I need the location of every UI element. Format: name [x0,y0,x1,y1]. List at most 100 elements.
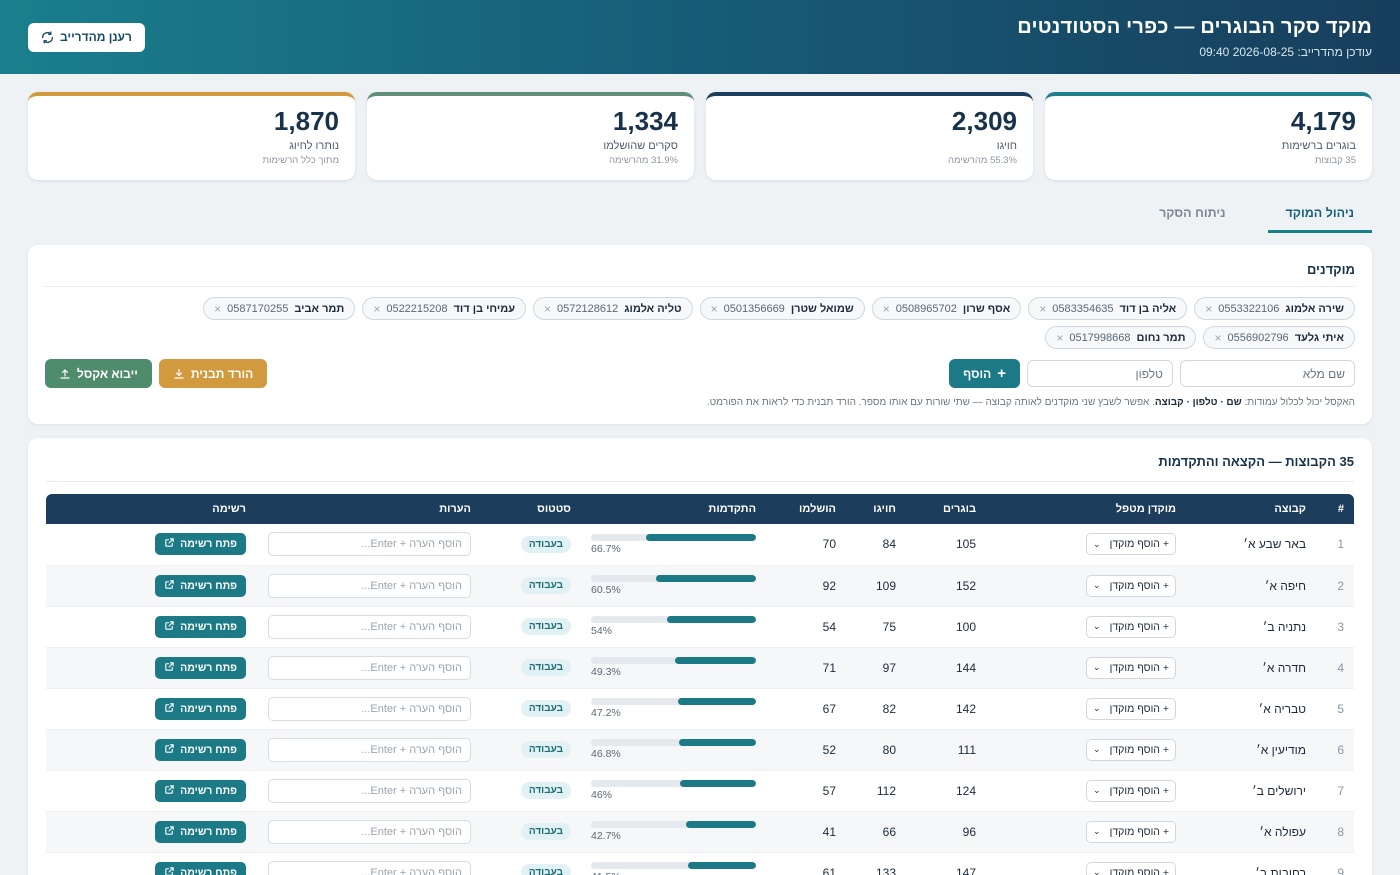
notes-cell [256,524,481,566]
assign-caller-select[interactable]: + הוסף מוקדן ⌄ [1086,656,1176,679]
row-index: 1 [1316,524,1354,566]
graduates-count: 147 [906,852,986,875]
progress-track [591,698,756,705]
external-link-icon [164,537,175,551]
caller-cell: + הוסף מוקדן ⌄ [986,811,1186,853]
tab-call-center[interactable]: ניהול המוקד [1267,206,1372,233]
assign-caller-select[interactable]: + הוסף מוקדן ⌄ [1086,615,1176,638]
caller-cell: + הוסף מוקדן ⌄ [986,852,1186,875]
progress-bar: 47.2% [591,698,756,719]
completed-count: 41 [766,811,846,853]
add-caller-button[interactable]: + הוסף [949,359,1020,388]
column-header: התקדמות [708,503,756,515]
caller-chip: שירה אלמוג 0553322106 × [1194,297,1355,320]
open-list-button[interactable]: פתח רשימה [155,820,246,843]
assign-caller-select[interactable]: + הוסף מוקדן ⌄ [1086,738,1176,761]
remove-caller-icon[interactable]: × [1039,302,1046,316]
remove-caller-icon[interactable]: × [711,302,718,316]
list-cell: פתח רשימה [46,729,256,771]
dialed-count: 109 [846,565,906,607]
list-cell: פתח רשימה [46,688,256,730]
table-row: 1 באר שבע א׳ + הוסף מוקדן ⌄ 105 84 70 66.7% בעבו… [46,524,1354,566]
stat-card: 2,309 חויגו 55.3% מהרשימה [706,92,1033,180]
chevron-down-icon: ⌄ [1093,785,1101,795]
progress-percent: 41.5% [591,871,756,875]
assign-caller-select[interactable]: + הוסף מוקדן ⌄ [1086,861,1176,875]
progress-bar: 46.8% [591,739,756,760]
progress-fill [656,575,756,582]
note-input[interactable] [268,819,471,844]
progress-track [591,821,756,828]
caller-phone: 0583354635 [1052,302,1114,315]
progress-fill [687,862,756,869]
note-input[interactable] [268,614,471,639]
assign-caller-select[interactable]: + הוסף מוקדן ⌄ [1086,779,1176,802]
assign-caller-select[interactable]: + הוסף מוקדן ⌄ [1086,533,1176,556]
assign-caller-select[interactable]: + הוסף מוקדן ⌄ [1086,697,1176,720]
refresh-from-drive-button[interactable]: רענן מהדרייב [28,22,145,52]
status-cell: בעבודה [481,524,581,566]
caller-chip: אליה בן דוד 0583354635 × [1028,297,1188,320]
hint-suffix: . אפשר לשבץ שני מוקדנים לאותה קבוצה — שת… [706,397,1155,408]
note-input[interactable] [268,696,471,721]
caller-cell: + הוסף מוקדן ⌄ [986,729,1186,771]
tab-survey-analysis[interactable]: ניתוח הסקר [1141,206,1243,233]
open-list-button[interactable]: פתח רשימה [155,779,246,802]
remove-caller-icon[interactable]: × [544,302,551,316]
status-cell: בעבודה [481,688,581,730]
status-badge: בעבודה [520,577,571,594]
open-list-label: פתח רשימה [180,538,237,551]
column-header: הערות [439,503,471,515]
graduates-count: 111 [906,729,986,771]
assign-caller-select[interactable]: + הוסף מוקדן ⌄ [1086,820,1176,843]
notes-cell [256,811,481,853]
note-input[interactable] [268,737,471,762]
remove-caller-icon[interactable]: × [1056,331,1063,345]
row-index: 9 [1316,852,1354,875]
progress-cell: 46.8% [581,729,766,771]
status-badge: בעבודה [520,864,571,875]
row-index: 4 [1316,647,1354,689]
remove-caller-icon[interactable]: × [1214,331,1221,345]
remove-caller-icon[interactable]: × [883,302,890,316]
caller-name-input[interactable] [1180,360,1355,387]
remove-caller-icon[interactable]: × [214,302,221,316]
column-header: קבוצה [1274,503,1306,515]
groups-table: # קבוצה מוקדן מטפל בוגרים חויגו הושלמו התקדמות… [46,494,1354,875]
status-badge: בעבודה [520,823,571,840]
table-row: 8עפולה א׳ + הוסף מוקדן ⌄ 966641 42.7% בעבודה פ… [46,811,1354,853]
table-row: 7 ירושלים ב׳ + הוסף מוקדן ⌄ 124 112 57 46% בעבוד… [46,770,1354,812]
note-input[interactable] [268,655,471,680]
open-list-button[interactable]: פתח רשימה [155,615,246,638]
open-list-button[interactable]: פתח רשימה [155,656,246,679]
list-cell: פתח רשימה [46,606,256,648]
open-list-button[interactable]: פתח רשימה [155,861,246,875]
open-list-button[interactable]: פתח רשימה [155,738,246,761]
caller-phone-input[interactable] [1027,360,1173,387]
status-badge: בעבודה [520,618,571,635]
note-input[interactable] [268,573,471,598]
progress-cell: 41.5% [581,852,766,875]
open-list-button[interactable]: פתח רשימה [155,697,246,720]
open-list-button[interactable]: פתח רשימה [155,533,246,556]
table-row: 9רחובות ב׳ + הוסף מוקדן ⌄ 14713361 41.5% בעבו… [46,852,1354,875]
completed-count: 52 [766,729,846,771]
note-input[interactable] [268,860,471,875]
download-template-button[interactable]: הורד תבנית [158,359,268,388]
note-input[interactable] [268,778,471,803]
remove-caller-icon[interactable]: × [1205,302,1212,316]
stat-value: 2,309 [951,106,1017,136]
stats-row: 4,179 בוגרים ברשימות 35 קבוצות 2,309 חויגו 55… [0,74,1400,180]
add-caller-form: + הוסף [949,359,1355,388]
note-input[interactable] [268,532,471,557]
open-list-button[interactable]: פתח רשימה [155,574,246,597]
dialed-count: 97 [846,647,906,689]
stat-card: 4,179 בוגרים ברשימות 35 קבוצות [1045,92,1372,180]
caller-cell: + הוסף מוקדן ⌄ [986,770,1186,812]
assign-caller-select[interactable]: + הוסף מוקדן ⌄ [1086,574,1176,597]
graduates-count: 124 [906,770,986,812]
import-excel-button[interactable]: ייבוא אקסל [45,359,152,388]
stat-sub: 35 קבוצות [1314,155,1356,167]
remove-caller-icon[interactable]: × [373,302,380,316]
caller-name: תמר אביב [294,302,345,315]
